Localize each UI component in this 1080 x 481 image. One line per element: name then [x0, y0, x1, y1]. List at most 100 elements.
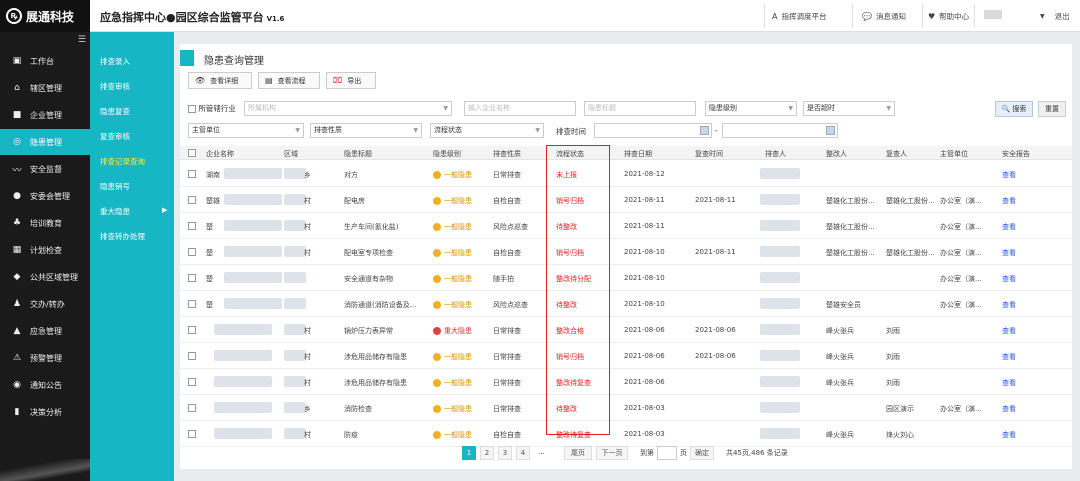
- submenu-item-hazard-recheck[interactable]: 隐患复查: [100, 106, 130, 117]
- cell-level: 一般隐患: [433, 300, 472, 310]
- help-center-link[interactable]: ♥ 帮助中心: [928, 11, 969, 22]
- row-checkbox[interactable]: [188, 352, 196, 360]
- sidebar-item-supervision[interactable]: 〰安全监督: [0, 156, 90, 182]
- sidebar-item-public-area[interactable]: ◆ 公共区域管理: [0, 264, 90, 290]
- cell-report[interactable]: 查看: [1002, 170, 1016, 180]
- row-checkbox[interactable]: [188, 274, 196, 282]
- cell-report[interactable]: 查看: [1002, 430, 1016, 440]
- submenu-item-transfer[interactable]: 排查转办处理: [100, 231, 145, 242]
- submenu-item-record-query[interactable]: 排查记录查询: [100, 156, 145, 167]
- sidebar-item-workbench[interactable]: ▣ 工作台: [0, 48, 90, 74]
- logout-link[interactable]: ▼ 退出: [1040, 11, 1070, 22]
- export-button[interactable]: ⌧ 导出: [326, 72, 376, 89]
- table-row[interactable]: 村重大隐患 锅炉压力表异常 日常排查 整改合格 2021-08-06 2021-08-06…: [180, 317, 1072, 343]
- view-detail-button[interactable]: 👁 查看详细: [188, 72, 252, 89]
- flow-icon: ▤: [265, 76, 273, 85]
- row-checkbox[interactable]: [188, 170, 196, 178]
- user-avatar[interactable]: [984, 10, 1002, 19]
- checkbox[interactable]: [188, 105, 196, 113]
- table-row[interactable]: 楚村一般隐患 配电室专项检查 自检自查 销号归档 2021-08-10 2021-08-1…: [180, 239, 1072, 265]
- chevron-down-icon: ▼: [886, 105, 891, 112]
- submenu-item-check-entry[interactable]: 排查录入: [100, 56, 130, 67]
- company-name-input[interactable]: 输入企业名称: [464, 101, 576, 116]
- page-3-button[interactable]: 3: [498, 446, 512, 460]
- cell-report[interactable]: 查看: [1002, 248, 1016, 258]
- goto-confirm-button[interactable]: 确定: [690, 446, 714, 460]
- table-row[interactable]: 楚村一般隐患 生产车间(氰化盐) 风险点巡查 待整改 2021-08-11 楚雄化工股份.…: [180, 213, 1072, 239]
- reset-button[interactable]: 重置: [1038, 101, 1066, 117]
- row-checkbox[interactable]: [188, 404, 196, 412]
- search-button[interactable]: 🔍 搜索: [995, 101, 1033, 117]
- nature-select[interactable]: 排查性质 ▼: [310, 123, 422, 138]
- level-select[interactable]: 隐患级别 ▼: [705, 101, 797, 116]
- sidebar-item-district[interactable]: ⌂ 辖区管理: [0, 75, 90, 101]
- hazard-title-input[interactable]: 隐患标题: [584, 101, 696, 116]
- cell-reviewer: 园区演示: [886, 405, 914, 413]
- cell-report[interactable]: 查看: [1002, 378, 1016, 388]
- cell-region: 村: [304, 249, 311, 257]
- sidebar-item-notice[interactable]: ◉ 通知公告: [0, 372, 90, 398]
- row-checkbox[interactable]: [188, 196, 196, 204]
- overdue-select[interactable]: 是否超时 ▼: [803, 101, 895, 116]
- next-page-button[interactable]: 下一页: [596, 446, 628, 460]
- select-all-checkbox[interactable]: [188, 149, 196, 157]
- row-checkbox[interactable]: [188, 430, 196, 438]
- end-date-input[interactable]: [722, 123, 838, 138]
- cell-report[interactable]: 查看: [1002, 326, 1016, 336]
- cell-report[interactable]: 查看: [1002, 404, 1016, 414]
- row-checkbox[interactable]: [188, 378, 196, 386]
- messages-link[interactable]: 💬 消息通知: [862, 11, 906, 22]
- row-checkbox[interactable]: [188, 326, 196, 334]
- sidebar-item-hazard[interactable]: ◎ 隐患管理: [0, 129, 90, 155]
- submenu-item-hazard-close[interactable]: 隐患销号: [100, 181, 130, 192]
- last-page-button[interactable]: 尾页: [564, 446, 592, 460]
- table-row[interactable]: 湖南乡一般隐患 对方 日常排查 未上报 2021-08-12 查看: [180, 161, 1072, 187]
- sidebar-item-plan-check[interactable]: ▦ 计划检查: [0, 237, 90, 263]
- flow-status-select[interactable]: 流程状态 ▼: [430, 123, 544, 138]
- all-industry-filter[interactable]: 所管辖行业: [188, 103, 236, 114]
- table-row[interactable]: 村一般隐患 涉危用品储存有隐患 日常排查 整改待复查 2021-08-06 峰火张兵 刘雨查…: [180, 369, 1072, 395]
- level-indicator-icon: [433, 431, 441, 439]
- row-checkbox[interactable]: [188, 248, 196, 256]
- calendar-icon[interactable]: [700, 126, 709, 135]
- page-4-button[interactable]: 4: [516, 446, 530, 460]
- table-row[interactable]: 楚一般隐患 消防通道(消防设备及... 风险点巡查 待整改 2021-08-10 楚雄安全…: [180, 291, 1072, 317]
- page-1-button[interactable]: 1: [462, 446, 476, 460]
- sidebar-item-emergency[interactable]: ▲ 应急管理: [0, 318, 90, 344]
- row-checkbox[interactable]: [188, 300, 196, 308]
- page-2-button[interactable]: 2: [480, 446, 494, 460]
- submenu-item-recheck-audit[interactable]: 复查审核: [100, 131, 130, 142]
- org-select[interactable]: 所属机构 ▼: [244, 101, 452, 116]
- sidebar-item-warning[interactable]: ⚠ 预警管理: [0, 345, 90, 371]
- row-checkbox[interactable]: [188, 222, 196, 230]
- calendar-icon[interactable]: [826, 126, 835, 135]
- cell-report[interactable]: 查看: [1002, 222, 1016, 232]
- sidebar-item-analysis[interactable]: ▮ 决策分析: [0, 399, 90, 425]
- cell-report[interactable]: 查看: [1002, 196, 1016, 206]
- submenu-item-major-hazard[interactable]: 重大隐患 ▶: [100, 206, 167, 217]
- sidebar-item-training[interactable]: ♣ 培训教育: [0, 210, 90, 236]
- sidebar-item-assign[interactable]: ♟ 交办/转办: [0, 291, 90, 317]
- table-row[interactable]: 楚雄村一般隐患 配电房 自检自查 销号归档 2021-08-11 2021-08-11 楚雄…: [180, 187, 1072, 213]
- cell-report[interactable]: 查看: [1002, 274, 1016, 284]
- dispatch-platform-link[interactable]: A 指挥调度平台: [772, 11, 826, 22]
- menu-toggle-icon[interactable]: ☰: [78, 35, 86, 45]
- table-row[interactable]: 乡一般隐患 消防检查 日常排查 待整改 2021-08-03 园区演示 办公室（演... 查看: [180, 395, 1072, 421]
- dept-select[interactable]: 主管单位 ▼: [188, 123, 304, 138]
- goto-page-input[interactable]: [657, 446, 677, 460]
- cell-title: 配电房: [344, 197, 365, 205]
- sidebar-item-committee[interactable]: ● 安委会管理: [0, 183, 90, 209]
- table-header: 企业名称 区域 隐患标题 隐患级别 排查性质 流程状态 排查日期 复查时间 排查…: [180, 146, 1072, 160]
- cell-report[interactable]: 查看: [1002, 300, 1016, 310]
- cube-icon: ◆: [13, 272, 21, 282]
- submenu-item-check-review[interactable]: 排查审核: [100, 81, 130, 92]
- sidebar-item-label: 通知公告: [30, 380, 62, 390]
- view-flow-button[interactable]: ▤ 查看流程: [258, 72, 320, 89]
- cell-report[interactable]: 查看: [1002, 352, 1016, 362]
- cell-nature: 日常排查: [493, 171, 521, 179]
- redacted-block: [214, 428, 272, 439]
- sidebar-item-company[interactable]: ■ 企业管理: [0, 102, 90, 128]
- table-row[interactable]: 楚一般隐患 安全通道有杂物 随手拍 整改待分配 2021-08-10 办公室（演... 查看: [180, 265, 1072, 291]
- start-date-input[interactable]: [594, 123, 712, 138]
- table-row[interactable]: 村一般隐患 涉危用品储存有隐患 日常排查 销号归档 2021-08-06 2021-08-…: [180, 343, 1072, 369]
